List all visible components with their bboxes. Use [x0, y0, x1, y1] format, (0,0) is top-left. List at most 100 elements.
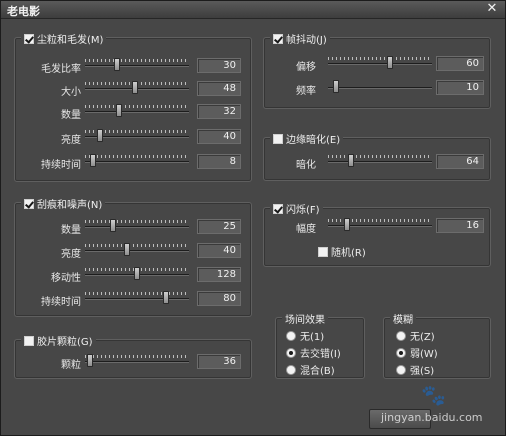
- transition-deinterlace-radio[interactable]: [286, 347, 296, 358]
- scratch-brightness-thumb[interactable]: [124, 243, 130, 256]
- dust-brightness-row: 亮度 40: [15, 129, 251, 146]
- frequency-slider[interactable]: [328, 80, 432, 93]
- grain-thumb[interactable]: [87, 354, 93, 367]
- darken-value[interactable]: 64: [436, 154, 484, 169]
- vignette-toggle[interactable]: 边缘暗化(E): [270, 131, 344, 146]
- scratch-count-value[interactable]: 25: [197, 219, 241, 234]
- hair-ratio-value[interactable]: 30: [197, 58, 241, 73]
- dust-count-thumb[interactable]: [116, 104, 122, 117]
- blur-strong-option[interactable]: 强(S): [396, 362, 434, 377]
- dust-count-value[interactable]: 32: [197, 104, 241, 119]
- scratch-brightness-value[interactable]: 40: [197, 243, 241, 258]
- watermark-text: jingyan.baidu.com: [381, 411, 483, 424]
- amplitude-thumb[interactable]: [344, 218, 350, 231]
- size-value[interactable]: 48: [197, 81, 241, 96]
- scratches-noise-toggle[interactable]: 刮痕和噪声(N): [21, 196, 106, 211]
- dust-count-label: 数量: [61, 110, 81, 121]
- transition-blend-option[interactable]: 混合(B): [286, 362, 335, 377]
- transition-none-radio[interactable]: [286, 330, 296, 341]
- offset-row: 偏移 60: [264, 56, 490, 73]
- close-icon[interactable]: ✕: [485, 2, 499, 16]
- random-toggle[interactable]: 随机(R): [318, 244, 366, 259]
- scratch-count-slider[interactable]: [85, 219, 189, 232]
- blur-weak-radio[interactable]: [396, 347, 406, 358]
- blur-none-radio[interactable]: [396, 330, 406, 341]
- frame-shake-toggle[interactable]: 帧抖动(J): [270, 31, 330, 46]
- blur-legend: 模糊: [390, 311, 416, 326]
- grain-row: 颗粒 36: [15, 354, 251, 371]
- dust-duration-slider[interactable]: [85, 154, 189, 167]
- frame-shake-checkbox[interactable]: [273, 33, 283, 44]
- vignette-checkbox[interactable]: [273, 133, 283, 144]
- transition-blend-label: 混合(B): [300, 366, 335, 377]
- offset-label: 偏移: [296, 62, 316, 73]
- transition-none-label: 无(1): [300, 332, 325, 343]
- dust-hair-toggle[interactable]: 尘粒和毛发(M): [21, 31, 107, 46]
- dust-hair-checkbox[interactable]: [24, 33, 34, 44]
- darken-slider[interactable]: [328, 154, 432, 167]
- transition-deinterlace-option[interactable]: 去交错(I): [286, 345, 341, 360]
- transition-none-option[interactable]: 无(1): [286, 328, 324, 343]
- size-row: 大小 48: [15, 81, 251, 98]
- dust-brightness-value[interactable]: 40: [197, 129, 241, 144]
- scratch-duration-value[interactable]: 80: [197, 291, 241, 306]
- dust-duration-value[interactable]: 8: [197, 154, 241, 169]
- dust-brightness-slider[interactable]: [85, 129, 189, 142]
- darken-thumb[interactable]: [348, 154, 354, 167]
- size-label: 大小: [61, 87, 81, 98]
- flicker-group: 闪烁(F) 幅度 16 随机(R): [263, 201, 491, 267]
- dust-count-row: 数量 32: [15, 104, 251, 121]
- grain-slider[interactable]: [85, 354, 189, 367]
- scratch-duration-thumb[interactable]: [163, 291, 169, 304]
- flicker-checkbox[interactable]: [273, 203, 283, 214]
- random-label: 随机(R): [331, 248, 366, 259]
- mobility-slider[interactable]: [85, 267, 189, 280]
- dialog-title: 老电影: [7, 5, 40, 18]
- hair-ratio-label: 毛发比率: [41, 64, 81, 75]
- frequency-value[interactable]: 10: [436, 80, 484, 95]
- blur-group: 模糊 无(Z) 弱(W) 强(S): [383, 311, 491, 379]
- hair-ratio-row: 毛发比率 30: [15, 58, 251, 75]
- offset-slider[interactable]: [328, 56, 432, 69]
- dust-duration-label: 持续时间: [41, 160, 81, 171]
- scratch-brightness-row: 亮度 40: [15, 243, 251, 260]
- dust-brightness-thumb[interactable]: [97, 129, 103, 142]
- flicker-toggle[interactable]: 闪烁(F): [270, 201, 323, 216]
- hair-ratio-thumb[interactable]: [114, 58, 120, 71]
- grain-value[interactable]: 36: [197, 354, 241, 369]
- film-grain-toggle[interactable]: 胶片颗粒(G): [21, 333, 96, 348]
- transition-blend-radio[interactable]: [286, 364, 296, 375]
- hair-ratio-slider[interactable]: [85, 58, 189, 71]
- mobility-row: 移动性 128: [15, 267, 251, 284]
- mobility-value[interactable]: 128: [197, 267, 241, 282]
- scratch-duration-slider[interactable]: [85, 291, 189, 304]
- blur-none-option[interactable]: 无(Z): [396, 328, 435, 343]
- blur-strong-radio[interactable]: [396, 364, 406, 375]
- frequency-row: 频率 10: [264, 80, 490, 97]
- scratch-count-thumb[interactable]: [110, 219, 116, 232]
- scratches-noise-checkbox[interactable]: [24, 198, 34, 209]
- amplitude-value[interactable]: 16: [436, 218, 484, 233]
- flicker-label: 闪烁(F): [286, 205, 320, 216]
- amplitude-slider[interactable]: [328, 218, 432, 231]
- size-slider[interactable]: [85, 81, 189, 94]
- mobility-thumb[interactable]: [134, 267, 140, 280]
- grain-label: 颗粒: [61, 360, 81, 371]
- scratch-brightness-slider[interactable]: [85, 243, 189, 256]
- dust-duration-thumb[interactable]: [90, 154, 96, 167]
- size-thumb[interactable]: [132, 81, 138, 94]
- offset-thumb[interactable]: [387, 56, 393, 69]
- blur-weak-option[interactable]: 弱(W): [396, 345, 438, 360]
- dust-count-slider[interactable]: [85, 104, 189, 117]
- field-transition-label: 场间效果: [285, 315, 325, 326]
- darken-row: 暗化 64: [264, 154, 490, 171]
- frequency-thumb[interactable]: [333, 80, 339, 93]
- field-transition-group: 场间效果 无(1) 去交错(I) 混合(B): [275, 311, 365, 379]
- film-grain-label: 胶片颗粒(G): [37, 337, 93, 348]
- film-grain-checkbox[interactable]: [24, 335, 34, 346]
- old-film-dialog: 老电影 ✕ 尘粒和毛发(M) 毛发比率 30 大小 48 数量 32 亮度 40: [0, 0, 506, 436]
- random-checkbox[interactable]: [318, 246, 328, 257]
- scratch-count-row: 数量 25: [15, 219, 251, 236]
- scratch-count-label: 数量: [61, 225, 81, 236]
- offset-value[interactable]: 60: [436, 56, 484, 71]
